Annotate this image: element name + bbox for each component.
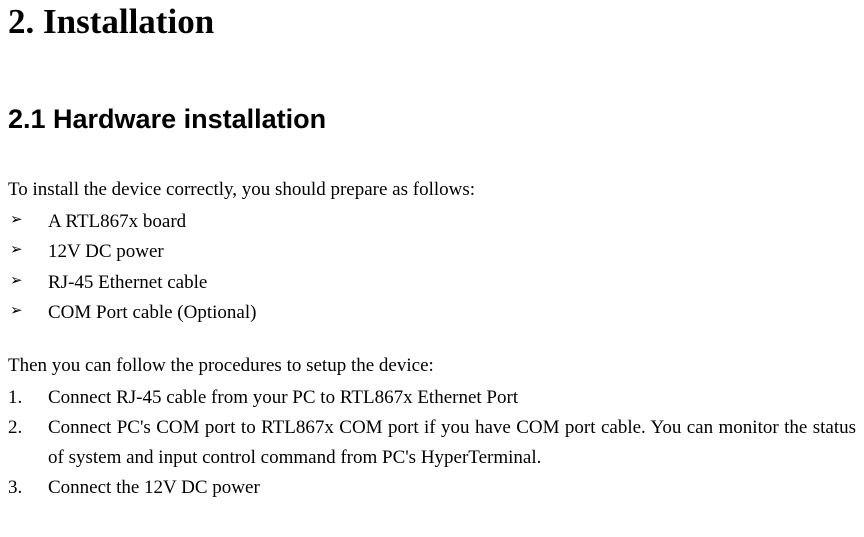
list-item: 2. Connect PC's COM port to RTL867x COM … xyxy=(8,413,856,473)
list-item-text: Connect RJ-45 cable from your PC to RTL8… xyxy=(48,387,518,408)
procedures-list: 1. Connect RJ-45 cable from your PC to R… xyxy=(8,383,856,503)
procedures-intro: Then you can follow the procedures to se… xyxy=(8,355,856,377)
bullet-icon: ➢ xyxy=(10,269,23,293)
bullet-icon: ➢ xyxy=(10,299,23,323)
list-item: ➢ A RTL867x board xyxy=(8,207,856,237)
requirements-list: ➢ A RTL867x board ➢ 12V DC power ➢ RJ-45… xyxy=(8,207,856,329)
list-item: 1. Connect RJ-45 cable from your PC to R… xyxy=(8,383,856,413)
list-item: ➢ RJ-45 Ethernet cable xyxy=(8,268,856,298)
intro-paragraph: To install the device correctly, you sho… xyxy=(8,179,856,201)
list-item-text: 12V DC power xyxy=(48,241,164,262)
list-item-text: COM Port cable (Optional) xyxy=(48,302,256,323)
list-item: 3. Connect the 12V DC power xyxy=(8,473,856,503)
list-item: ➢ 12V DC power xyxy=(8,237,856,267)
bullet-icon: ➢ xyxy=(10,208,23,232)
subsection-heading: 2.1 Hardware installation xyxy=(8,104,856,135)
list-item-text: Connect PC's COM port to RTL867x COM por… xyxy=(48,417,856,468)
list-item-text: Connect the 12V DC power xyxy=(48,477,260,498)
step-number: 2. xyxy=(8,413,22,443)
list-item-text: A RTL867x board xyxy=(48,211,186,232)
section-heading: 2. Installation xyxy=(8,2,856,42)
bullet-icon: ➢ xyxy=(10,238,23,262)
list-item: ➢ COM Port cable (Optional) xyxy=(8,298,856,328)
step-number: 3. xyxy=(8,473,22,503)
step-number: 1. xyxy=(8,383,22,413)
list-item-text: RJ-45 Ethernet cable xyxy=(48,272,207,293)
